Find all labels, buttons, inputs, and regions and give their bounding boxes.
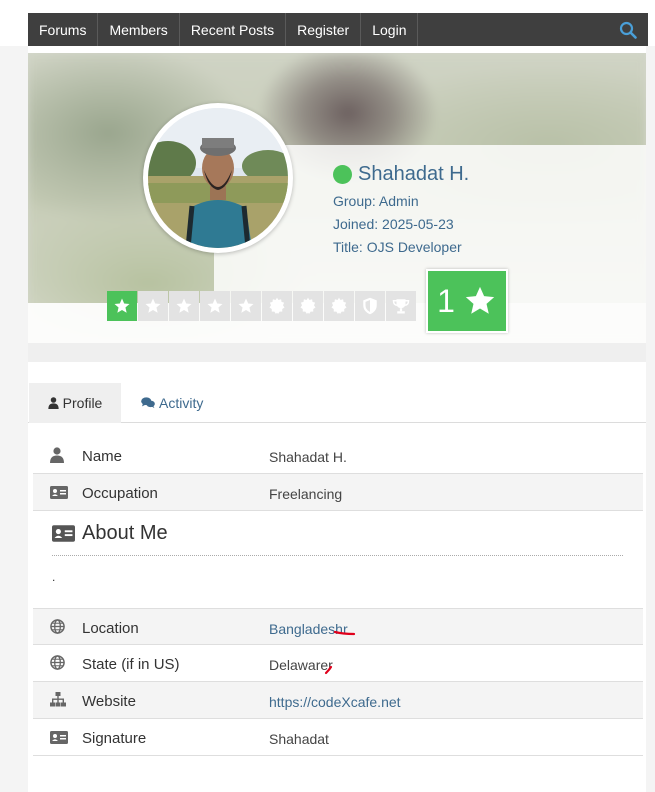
rank-level-number: 1 [437,282,455,319]
field-label-location: Location [82,620,139,637]
field-value-signature: Shahadat [269,731,329,747]
star-icon [145,298,161,313]
star-icon [114,298,130,313]
page-margin-left [0,46,28,792]
annotation-tick-mark [324,665,333,675]
rank-progress [107,291,417,321]
profile-joined: Joined: 2025-05-23 [333,216,454,232]
sitemap-icon [50,692,66,707]
online-status-indicator [333,165,352,184]
avatar[interactable] [143,103,293,253]
star-icon [238,298,254,313]
about-me-title: About Me [82,522,168,544]
page-margin-right [646,46,655,792]
field-value-occupation: Freelancing [269,486,343,502]
nav-register[interactable]: Register [286,13,362,46]
field-label-occupation: Occupation [82,485,158,502]
rank-star-4 [200,291,230,321]
field-label-name: Name [82,448,123,465]
certificate-icon [269,297,285,314]
field-row-website: Website https://codeXcafe.net [33,682,643,719]
comments-icon [141,397,155,409]
profile-username: Shahadat H. [358,163,470,185]
rank-star-1 [107,291,137,321]
nav-login[interactable]: Login [361,13,419,46]
id-card-icon [50,486,68,499]
top-nav: Forums Members Recent Posts Register Log… [28,13,648,46]
globe-icon [50,619,65,634]
nav-forums[interactable]: Forums [28,13,99,46]
profile-title: Title: OJS Developer [333,239,462,255]
tab-activity-label: Activity [159,395,204,411]
star-icon [465,286,495,314]
rank-badge-3 [324,291,354,321]
field-label-website: Website [82,693,136,710]
id-card-icon [52,525,75,542]
tab-activity[interactable]: Activity [141,383,203,423]
field-label-signature: Signature [82,730,147,747]
profile-group: Group: Admin [333,193,419,209]
avatar-photo [148,108,288,248]
about-divider [52,555,623,556]
id-card-icon [50,731,68,744]
certificate-icon [331,297,347,314]
tab-profile[interactable]: Profile [29,383,121,423]
globe-icon [50,655,65,670]
search-icon [619,21,637,39]
field-row-name: Name Shahadat H. [33,437,643,474]
annotation-underline-mark [333,630,356,636]
shield-icon [363,297,377,315]
field-row-state: State (if in US) Delawarer [33,645,643,682]
field-row-occupation: Occupation Freelancing [33,474,643,511]
banner-footer-bar [28,343,646,362]
rank-trophy [386,291,416,321]
field-value-name: Shahadat H. [269,449,347,465]
star-icon [176,298,192,313]
rank-level-badge: 1 [426,269,508,333]
field-row-signature: Signature Shahadat [33,719,643,756]
rank-badge-1 [262,291,292,321]
star-icon [207,298,223,313]
field-value-website[interactable]: https://codeXcafe.net [269,694,401,710]
user-icon [48,397,59,409]
rank-star-2 [138,291,168,321]
search-button[interactable] [608,13,648,46]
rank-star-3 [169,291,199,321]
user-icon [50,447,64,463]
field-label-state: State (if in US) [82,656,180,673]
tab-profile-label: Profile [62,395,103,411]
rank-badge-2 [293,291,323,321]
about-me-text: . [52,570,56,584]
about-me-heading: About Me [52,522,168,545]
profile-banner: Shahadat H. Group: Admin Joined: 2025-05… [28,53,646,343]
trophy-icon [392,299,410,314]
nav-members[interactable]: Members [98,13,180,46]
nav-recent-posts[interactable]: Recent Posts [180,13,287,46]
rank-shield [355,291,385,321]
field-row-location: Location Bangladeshr [33,608,643,645]
profile-tabs: Profile Activity [28,383,646,423]
certificate-icon [300,297,316,314]
rank-star-5 [231,291,261,321]
